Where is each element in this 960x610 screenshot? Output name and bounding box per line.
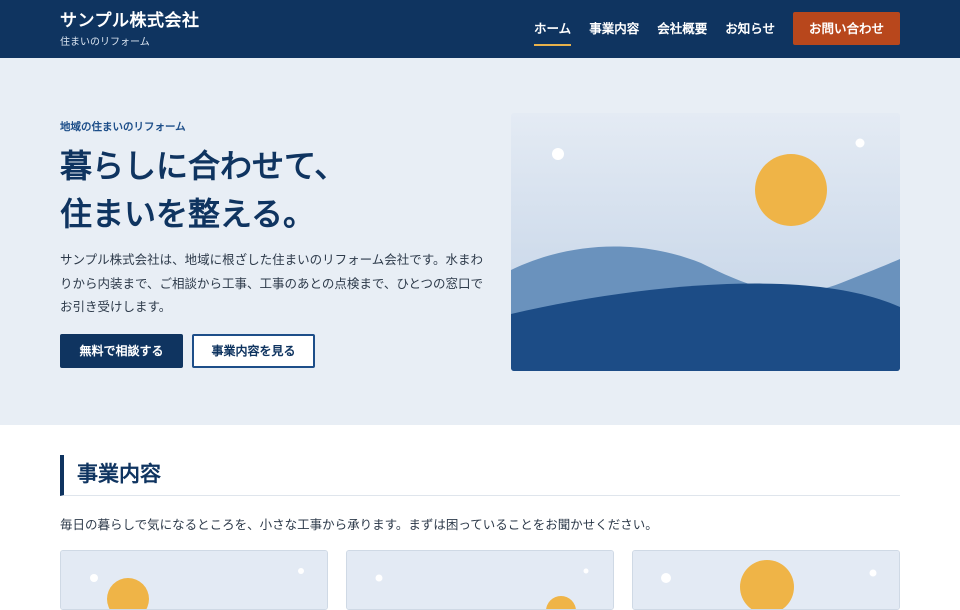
sky — [347, 551, 613, 609]
star-dot — [552, 148, 564, 160]
card-illustration — [347, 551, 613, 609]
services-lead: 毎日の暮らしで気になるところを、小さな工事から承ります。まずは困っていることをお… — [60, 517, 658, 532]
star-dot — [583, 568, 589, 574]
sky — [61, 551, 327, 609]
star-dot — [869, 569, 877, 577]
service-card[interactable] — [632, 550, 900, 610]
main-nav: ホーム 事業内容 会社概要 お知らせ お問い合わせ — [516, 12, 900, 46]
brand-name: サンプル株式会社 — [60, 11, 200, 31]
contact-button[interactable]: お問い合わせ — [792, 12, 900, 45]
hero-title-line-2: 住まいを整える。 — [60, 195, 316, 233]
nav-company[interactable]: 会社概要 — [657, 12, 707, 45]
star-dot — [375, 574, 383, 582]
nav-home[interactable]: ホーム — [534, 12, 572, 46]
landscape-illustration — [511, 113, 900, 371]
service-card[interactable] — [60, 550, 328, 610]
star-dot — [661, 573, 671, 583]
sun-icon — [755, 154, 827, 226]
hero-eyebrow: 地域の住まいのリフォーム — [60, 121, 186, 133]
hero-section: 地域の住まいのリフォーム 暮らしに合わせて、 住まいを整える。 サンプル株式会社… — [0, 58, 960, 425]
hero-description: サンプル株式会社は、地域に根ざした住まいのリフォーム会社です。水まわりから内装ま… — [60, 252, 484, 314]
site-header: サンプル株式会社 住まいのリフォーム ホーム 事業内容 会社概要 お知らせ お問… — [0, 0, 960, 58]
star-dot — [298, 568, 304, 574]
nav-services[interactable]: 事業内容 — [589, 12, 639, 45]
services-heading: 事業内容 — [60, 455, 900, 496]
hero-title: 暮らしに合わせて、 住まいを整える。 — [60, 142, 346, 238]
services-title: 事業内容 — [77, 462, 161, 486]
brand-tagline: 住まいのリフォーム — [60, 37, 150, 48]
card-illustration — [633, 551, 899, 609]
hero-illustration — [511, 113, 900, 371]
nav-news[interactable]: お知らせ — [725, 12, 775, 45]
free-consultation-button[interactable]: 無料で相談する — [60, 334, 183, 368]
star-dot — [855, 138, 865, 148]
view-services-button[interactable]: 事業内容を見る — [192, 334, 315, 368]
brand[interactable]: サンプル株式会社 住まいのリフォーム — [60, 10, 200, 49]
card-illustration — [61, 551, 327, 609]
star-dot — [90, 574, 98, 582]
services-section: 事業内容 毎日の暮らしで気になるところを、小さな工事から承ります。まずは困ってい… — [0, 425, 960, 610]
service-card[interactable] — [346, 550, 614, 610]
hero-title-line-1: 暮らしに合わせて、 — [60, 147, 347, 185]
